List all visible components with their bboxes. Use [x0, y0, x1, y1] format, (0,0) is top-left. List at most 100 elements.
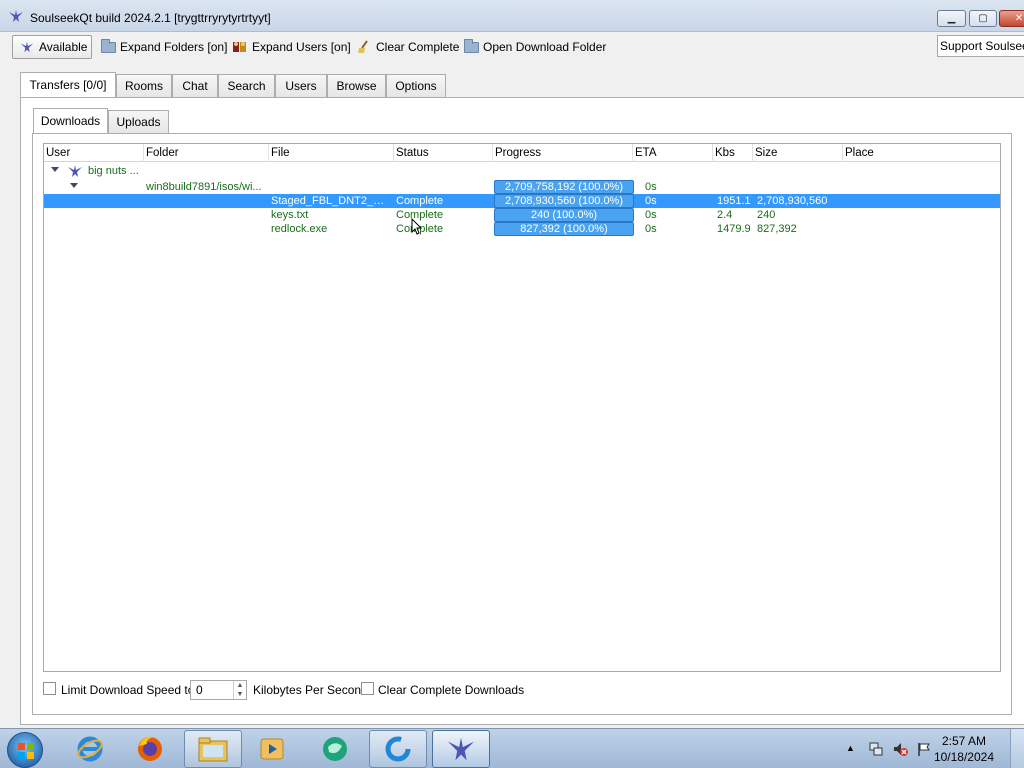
taskbar-media-player[interactable]: [243, 730, 301, 768]
expand-users-label: Expand Users [on]: [252, 40, 351, 54]
file-size: 2,708,930,560: [757, 195, 828, 207]
taskbar-blue-ring-app[interactable]: [369, 730, 427, 768]
tab-browse[interactable]: Browse: [327, 74, 386, 97]
maximize-button[interactable]: ▢: [969, 10, 997, 27]
close-button[interactable]: ✕: [999, 10, 1024, 27]
user-row[interactable]: big nuts ...: [44, 164, 1000, 178]
column-header-size[interactable]: Size: [753, 144, 843, 162]
media-player-icon: [260, 738, 284, 760]
users-icon: [233, 42, 246, 52]
clock[interactable]: 2:57 AM 10/18/2024: [934, 733, 994, 765]
system-tray: ▲ 2:57 AM 10/18/2024: [840, 729, 1024, 768]
file-kbs: 2.4: [717, 209, 733, 221]
taskbar-internet-explorer[interactable]: [61, 730, 119, 768]
file-size: 827,392: [757, 223, 797, 235]
tab-uploads[interactable]: Uploads: [108, 110, 169, 133]
clock-time: 2:57 AM: [941, 734, 986, 748]
close-icon: ✕: [1014, 12, 1024, 24]
action-center-flag-icon[interactable]: [916, 741, 932, 757]
firefox-icon: [138, 736, 162, 761]
column-header-file[interactable]: File: [269, 144, 394, 162]
column-header-progress[interactable]: Progress: [493, 144, 633, 162]
limit-speed-label: Limit Download Speed to: [61, 683, 195, 697]
downloads-table[interactable]: User Folder File Status Progress ETA Kbs…: [43, 143, 1001, 672]
speed-limit-spinbox[interactable]: 0 ▲ ▼: [190, 680, 247, 700]
available-button[interactable]: Available: [12, 35, 92, 59]
tab-downloads[interactable]: Downloads: [33, 108, 108, 133]
tab-rooms[interactable]: Rooms: [116, 74, 172, 97]
windows-logo-icon: [18, 743, 34, 759]
user-name: big nuts ...: [88, 165, 139, 177]
column-header-kbs[interactable]: Kbs: [713, 144, 753, 162]
open-download-folder-button[interactable]: Open Download Folder: [464, 35, 606, 59]
limit-speed-checkbox[interactable]: [43, 682, 56, 695]
file-size: 240: [757, 209, 776, 221]
collapse-arrow-icon[interactable]: [51, 167, 59, 172]
clear-complete-downloads-label: Clear Complete Downloads: [378, 683, 525, 697]
broom-icon: [358, 40, 368, 53]
speed-unit-label: Kilobytes Per Second: [253, 683, 368, 697]
folder-name: win8build7891/isos/wi...: [146, 181, 262, 193]
clear-complete-downloads-checkbox[interactable]: [361, 682, 374, 695]
toolbar: Available Expand Folders [on] Expand Use…: [0, 32, 1024, 62]
title-bar: SoulseekQt build 2024.2.1 [trygttrryryty…: [0, 0, 1024, 32]
green-globe-icon: [323, 737, 347, 761]
clock-date: 10/18/2024: [933, 750, 994, 764]
table-row[interactable]: redlock.exe Complete 827,392 (100.0%) 0s…: [44, 222, 1000, 236]
tab-search[interactable]: Search: [218, 74, 275, 97]
column-header-user[interactable]: User: [44, 144, 144, 162]
file-kbs: 1951.1: [717, 195, 751, 207]
tab-transfers[interactable]: Transfers [0/0]: [20, 72, 116, 97]
folder-row[interactable]: win8build7891/isos/wi... 2,709,758,192 (…: [44, 180, 1000, 194]
folder-progress-bar: 2,709,758,192 (100.0%): [494, 180, 634, 194]
table-row[interactable]: keys.txt Complete 240 (100.0%) 0s 2.4 24…: [44, 208, 1000, 222]
available-label: Available: [39, 40, 88, 54]
column-header-status[interactable]: Status: [394, 144, 493, 162]
column-header-place[interactable]: Place: [843, 144, 1000, 162]
show-hidden-icons-icon[interactable]: ▲: [846, 743, 855, 753]
soulseek-window: SoulseekQt build 2024.2.1 [trygttrryryty…: [0, 0, 1024, 728]
collapse-arrow-icon[interactable]: [70, 183, 78, 188]
download-options-bar: Limit Download Speed to 0 ▲ ▼ Kilobytes P…: [42, 680, 1002, 700]
spin-arrows-icon[interactable]: ▲ ▼: [233, 681, 246, 699]
expand-folders-button[interactable]: Expand Folders [on]: [101, 35, 227, 59]
folder-icon: [464, 38, 479, 53]
expand-users-button[interactable]: Expand Users [on]: [232, 35, 351, 59]
file-status: Complete: [396, 195, 444, 207]
soulseek-bird-icon: [9, 10, 23, 22]
taskbar-file-explorer[interactable]: [184, 730, 242, 768]
file-name: keys.txt: [271, 209, 309, 221]
taskbar: ▲ 2:57 AM 10/18/2024: [0, 728, 1024, 768]
tab-users[interactable]: Users: [275, 74, 327, 97]
file-progress-bar: 827,392 (100.0%): [494, 222, 634, 236]
column-header-eta[interactable]: ETA: [633, 144, 713, 162]
support-soulseek-button[interactable]: Support Soulseek: [937, 35, 1024, 57]
folder-icon: [198, 737, 228, 762]
taskbar-green-app[interactable]: [306, 730, 364, 768]
window-title: SoulseekQt build 2024.2.1 [trygttrryryty…: [30, 11, 271, 25]
soulseek-bird-icon: [20, 41, 34, 53]
minimize-button[interactable]: ▁: [937, 10, 966, 27]
maximize-icon: ▢: [978, 12, 988, 24]
file-eta: 0s: [645, 195, 657, 207]
clear-complete-button[interactable]: Clear Complete: [356, 35, 459, 59]
tab-chat[interactable]: Chat: [172, 74, 218, 97]
column-header-folder[interactable]: Folder: [144, 144, 269, 162]
show-desktop-button[interactable]: [1010, 729, 1024, 768]
blue-ring-icon: [385, 736, 411, 762]
file-progress-bar: 2,708,930,560 (100.0%): [494, 194, 634, 208]
start-button[interactable]: [7, 732, 43, 768]
taskbar-firefox[interactable]: [121, 730, 179, 768]
soulseek-bird-icon: [447, 737, 475, 761]
soulseek-bird-icon: [68, 165, 82, 177]
table-header: User Folder File Status Progress ETA Kbs…: [44, 144, 1000, 162]
file-eta: 0s: [645, 223, 657, 235]
file-progress-bar: 240 (100.0%): [494, 208, 634, 222]
taskbar-soulseekqt[interactable]: [432, 730, 490, 768]
volume-muted-icon[interactable]: [892, 741, 908, 757]
table-row[interactable]: Staged_FBL_DNT2_DC... Complete 2,708,930…: [44, 194, 1000, 208]
file-name: Staged_FBL_DNT2_DC...: [271, 195, 392, 207]
internet-explorer-icon: [77, 736, 103, 762]
network-icon[interactable]: [868, 741, 884, 757]
tab-options[interactable]: Options: [386, 74, 446, 97]
